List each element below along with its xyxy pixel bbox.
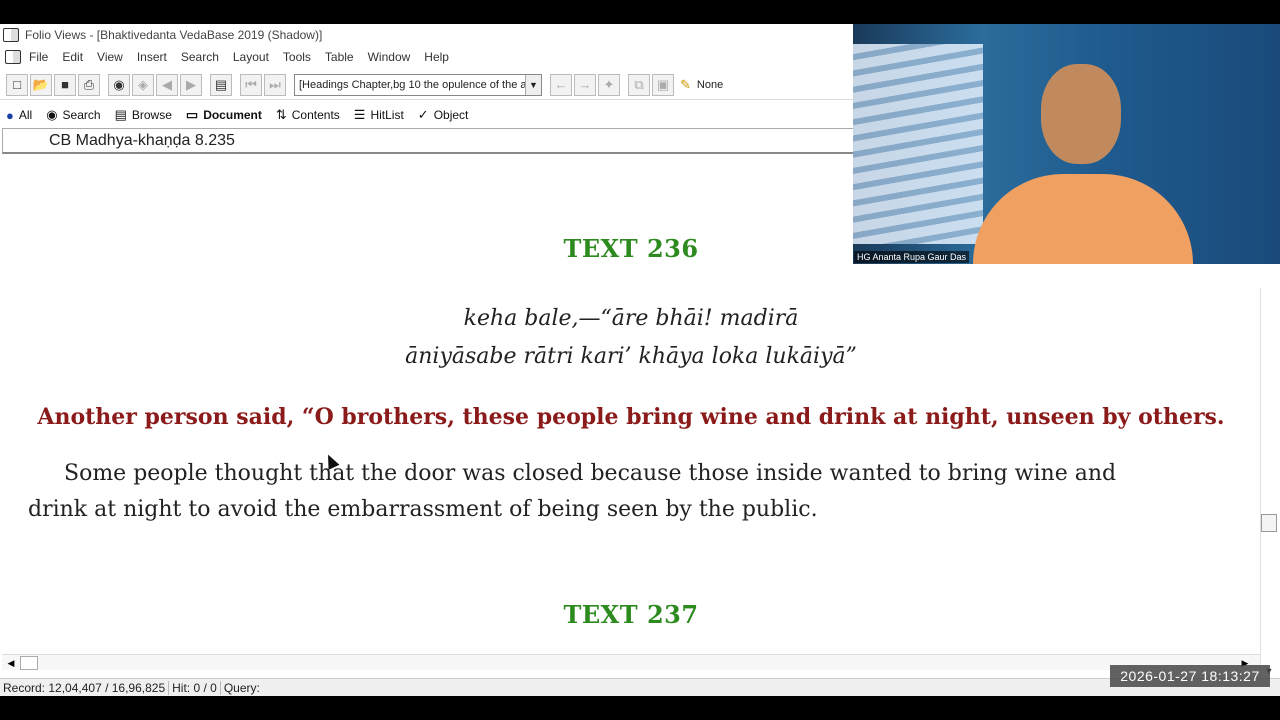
book-icon: ▤ bbox=[114, 107, 127, 122]
horizontal-scroll-thumb[interactable] bbox=[20, 656, 38, 670]
text-237-heading: TEXT 237 bbox=[563, 600, 699, 629]
main-toolbar: □ 📂 ■ ⎙ ◉ ◈ ◀ ▶ ▤ ⏮ ⏭ [Headings Chapter,… bbox=[0, 70, 860, 100]
vertical-scrollbar[interactable]: ▼ bbox=[1260, 288, 1278, 680]
view-tabs-bar: ● All ◉ Search ▤ Browse ▭ Document ⇅ Con… bbox=[0, 102, 860, 128]
location-bar: CB Madhya-khaṇḍa 8.235 bbox=[2, 128, 854, 154]
tab-all[interactable]: ● All bbox=[6, 108, 32, 123]
document-menu-icon[interactable] bbox=[5, 50, 21, 64]
status-record: Record: 12,04,407 / 16,96,825 bbox=[0, 680, 170, 695]
object-icon: ✓ bbox=[417, 107, 429, 122]
tab-object[interactable]: ✓ Object bbox=[418, 107, 469, 123]
title-bar: Folio Views - [Bhaktivedanta VedaBase 20… bbox=[0, 24, 860, 46]
verse-line-1: keha bale,—“āre bhāi! madirā bbox=[463, 306, 799, 331]
save-icon[interactable]: ■ bbox=[54, 73, 76, 96]
contents-icon: ⇅ bbox=[275, 107, 287, 122]
copy-icon[interactable]: ⧉ bbox=[628, 73, 650, 96]
menu-bar: File Edit View Insert Search Layout Tool… bbox=[0, 46, 860, 68]
paste-icon[interactable]: ▣ bbox=[652, 73, 674, 96]
document-icon: ▭ bbox=[185, 107, 199, 122]
tab-object-label: Object bbox=[433, 108, 469, 122]
menu-edit[interactable]: Edit bbox=[62, 50, 83, 64]
highlighter-pen-icon: ✎ bbox=[680, 76, 691, 92]
previous-hit-icon[interactable]: ◀ bbox=[156, 73, 178, 96]
translation-text: Another person said, “O brothers, these … bbox=[37, 404, 1225, 430]
menu-layout[interactable]: Layout bbox=[233, 50, 269, 64]
webcam-overlay: HG Ananta Rupa Gaur Das bbox=[853, 24, 1280, 264]
tab-document[interactable]: ▭ Document bbox=[186, 107, 262, 123]
contents-view-icon[interactable]: ▤ bbox=[210, 73, 232, 96]
first-hit-icon[interactable]: ⏮ bbox=[240, 73, 262, 96]
tab-search-label: Search bbox=[62, 108, 101, 122]
back-arrow-icon[interactable]: ← bbox=[550, 73, 572, 96]
menu-insert[interactable]: Insert bbox=[137, 50, 167, 64]
window-title: Folio Views - [Bhaktivedanta VedaBase 20… bbox=[25, 28, 323, 42]
menu-file[interactable]: File bbox=[29, 50, 48, 64]
vertical-scroll-thumb[interactable] bbox=[1261, 514, 1277, 532]
query-icon[interactable]: ◈ bbox=[132, 73, 154, 96]
status-bar: Record: 12,04,407 / 16,96,825 Hit: 0 / 0… bbox=[0, 678, 1280, 696]
binoculars-icon: ◉ bbox=[46, 107, 58, 122]
forward-arrow-icon[interactable]: → bbox=[574, 73, 596, 96]
tab-all-label: All bbox=[18, 108, 33, 122]
tab-contents[interactable]: ⇅ Contents bbox=[276, 107, 340, 123]
highlighter-value: None bbox=[696, 78, 724, 91]
app-window: Folio Views - [Bhaktivedanta VedaBase 20… bbox=[0, 24, 1280, 696]
verse-line-2: āniyāsabe rātri kari’ khāya loka lukāiyā… bbox=[405, 344, 857, 369]
menu-view[interactable]: View bbox=[97, 50, 123, 64]
print-icon[interactable]: ⎙ bbox=[78, 73, 100, 96]
tab-browse[interactable]: ▤ Browse bbox=[115, 107, 172, 123]
tab-hitlist[interactable]: ☰ HitList bbox=[354, 107, 404, 123]
tab-search[interactable]: ◉ Search bbox=[46, 107, 100, 123]
chevron-down-icon[interactable]: ▼ bbox=[525, 74, 541, 95]
menu-help[interactable]: Help bbox=[424, 50, 449, 64]
tab-document-label: Document bbox=[203, 108, 262, 122]
menu-tools[interactable]: Tools bbox=[283, 50, 311, 64]
globe-icon: ● bbox=[6, 107, 14, 123]
tab-hitlist-label: HitList bbox=[370, 108, 404, 122]
list-icon: ☰ bbox=[353, 107, 366, 122]
sparkle-icon[interactable]: ✦ bbox=[598, 73, 620, 96]
recording-timestamp: 2026-01-27 18:13:27 bbox=[1110, 665, 1270, 687]
next-hit-icon[interactable]: ▶ bbox=[180, 73, 202, 96]
tab-browse-label: Browse bbox=[131, 108, 172, 122]
folio-app-icon bbox=[3, 28, 19, 42]
heading-select[interactable]: [Headings Chapter,bg 10 the opulence of … bbox=[294, 73, 542, 96]
purport-paragraph: Some people thought that the door was cl… bbox=[28, 461, 1117, 522]
webcam-window-light bbox=[853, 44, 983, 244]
search-binoculars-icon[interactable]: ◉ bbox=[108, 73, 130, 96]
horizontal-scrollbar[interactable]: ◀ ▶ bbox=[2, 654, 1260, 670]
status-hit: Hit: 0 / 0 bbox=[169, 680, 221, 695]
tab-contents-label: Contents bbox=[291, 108, 340, 122]
webcam-person-head bbox=[1041, 64, 1121, 164]
menu-table[interactable]: Table bbox=[325, 50, 354, 64]
open-folder-icon[interactable]: 📂 bbox=[30, 73, 52, 96]
last-hit-icon[interactable]: ⏭ bbox=[264, 73, 286, 96]
menu-search[interactable]: Search bbox=[181, 50, 219, 64]
scroll-left-arrow-icon[interactable]: ◀ bbox=[4, 656, 18, 670]
new-file-icon[interactable]: □ bbox=[6, 73, 28, 96]
heading-select-value: [Headings Chapter,bg 10 the opulence of … bbox=[299, 78, 527, 91]
status-query: Query: bbox=[223, 680, 260, 695]
menu-window[interactable]: Window bbox=[368, 50, 411, 64]
location-text: CB Madhya-khaṇḍa 8.235 bbox=[49, 131, 235, 149]
highlighter-select[interactable]: ✎ None bbox=[680, 74, 808, 96]
webcam-person-body bbox=[973, 174, 1193, 264]
webcam-name-label: HG Ananta Rupa Gaur Das bbox=[854, 251, 970, 263]
